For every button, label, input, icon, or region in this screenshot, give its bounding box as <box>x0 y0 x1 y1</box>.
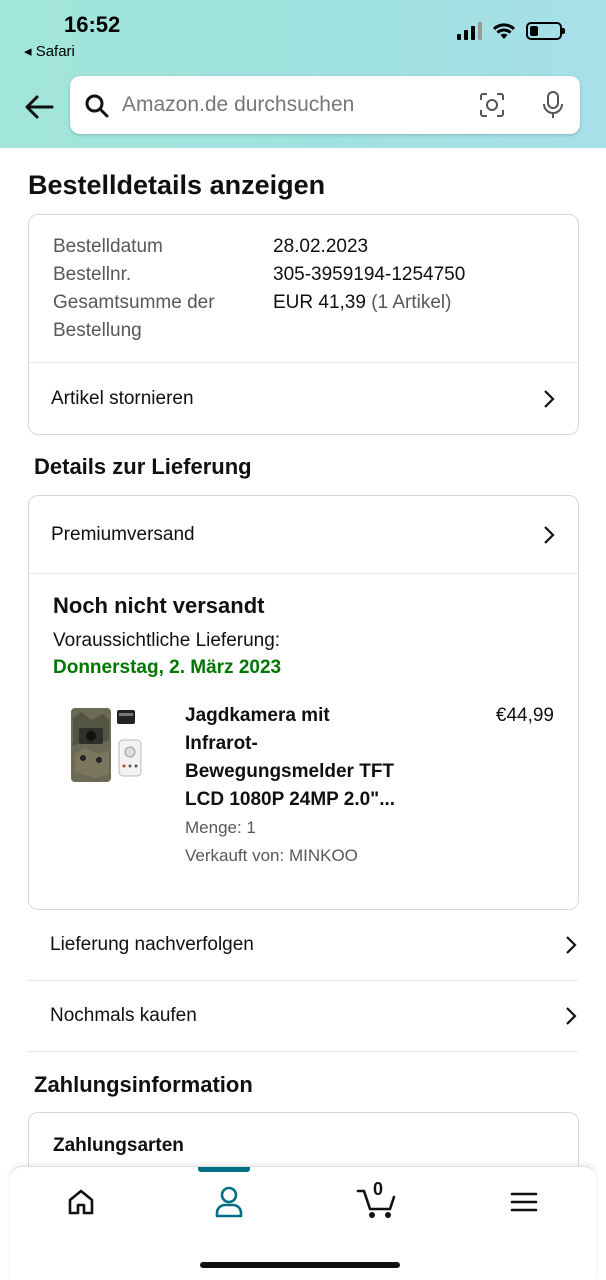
search-icon <box>85 94 109 118</box>
product-title-line: Jagdkamera mit <box>185 705 330 726</box>
order-date-value: 28.02.2023 <box>273 236 369 257</box>
cellular-signal-icon <box>457 22 482 40</box>
delivery-heading: Details zur Lieferung <box>34 454 252 479</box>
status-icons <box>457 22 565 40</box>
microphone-icon[interactable] <box>542 90 564 120</box>
order-summary-card: Bestelldatum 28.02.2023 Bestellnr. 305-3… <box>28 214 579 435</box>
product-title[interactable]: Jagdkamera mit Infrarot- Bewegungsmelder… <box>185 702 395 814</box>
status-time: 16:52 <box>64 12 121 37</box>
home-indicator <box>200 1262 400 1268</box>
order-total-value: EUR 41,39 (1 Artikel) <box>273 289 451 317</box>
cancel-items-label: Artikel stornieren <box>51 388 194 409</box>
page-title: Bestelldetails anzeigen <box>28 170 326 200</box>
payment-methods-label: Zahlungsarten <box>53 1135 184 1156</box>
expected-delivery-date: Donnerstag, 2. März 2023 <box>53 657 282 678</box>
order-date-label: Bestelldatum <box>53 236 163 257</box>
order-total-label: Gesamtsumme der <box>53 292 215 313</box>
cancel-items-row[interactable]: Artikel stornieren <box>29 363 578 435</box>
wifi-icon <box>493 23 515 39</box>
track-package-label: Lieferung nachverfolgen <box>50 934 254 955</box>
order-total-amount: EUR 41,39 <box>273 292 366 313</box>
search-input[interactable]: Amazon.de durchsuchen <box>122 93 354 117</box>
payment-heading: Zahlungsinformation <box>34 1072 253 1097</box>
chevron-right-icon <box>544 390 555 408</box>
order-number-value: 305-3959194-1254750 <box>273 264 466 285</box>
delivery-card: Premiumversand Noch nicht versandt Vorau… <box>28 495 579 910</box>
cart-count: 0 <box>373 1179 384 1199</box>
menu-icon[interactable] <box>510 1191 538 1213</box>
product-title-line: Infrarot- <box>185 733 258 754</box>
product-price: €44,99 <box>495 705 554 726</box>
account-icon[interactable] <box>214 1185 244 1219</box>
battery-icon <box>526 22 565 40</box>
chevron-right-icon <box>566 1007 577 1025</box>
back-arrow-icon[interactable] <box>22 90 56 124</box>
back-to-safari-link[interactable]: ◂ Safari <box>24 42 75 60</box>
cart-button[interactable]: 0 <box>356 1179 400 1219</box>
shipping-method-row[interactable]: Premiumversand <box>29 496 578 573</box>
camera-search-icon[interactable] <box>478 91 506 119</box>
product-image[interactable] <box>69 704 149 786</box>
active-tab-indicator <box>198 1167 250 1172</box>
order-total-label-2: Bestellung <box>53 320 142 341</box>
expected-delivery-label: Voraussichtliche Lieferung: <box>53 630 281 651</box>
buy-again-label: Nochmals kaufen <box>50 1005 197 1026</box>
buy-again-row[interactable]: Nochmals kaufen <box>28 981 578 1051</box>
search-bar[interactable]: Amazon.de durchsuchen <box>70 76 580 134</box>
header-bar: 16:52 ◂ Safari Amazon.de durchsuchen <box>0 0 606 148</box>
product-seller: Verkauft von: MINKOO <box>185 846 358 865</box>
chevron-right-icon <box>544 525 555 544</box>
shipping-method-label: Premiumversand <box>51 523 195 545</box>
shipment-status: Noch nicht versandt <box>53 593 265 618</box>
product-quantity: Menge: 1 <box>185 818 256 837</box>
product-title-line: LCD 1080P 24MP 2.0"... <box>185 789 396 810</box>
home-icon[interactable] <box>66 1187 96 1217</box>
product-title-line: Bewegungsmelder TFT <box>185 761 395 782</box>
track-package-row[interactable]: Lieferung nachverfolgen <box>28 910 578 980</box>
order-total-items: (1 Artikel) <box>371 292 452 313</box>
order-number-label: Bestellnr. <box>53 264 132 285</box>
chevron-right-icon <box>566 936 577 954</box>
